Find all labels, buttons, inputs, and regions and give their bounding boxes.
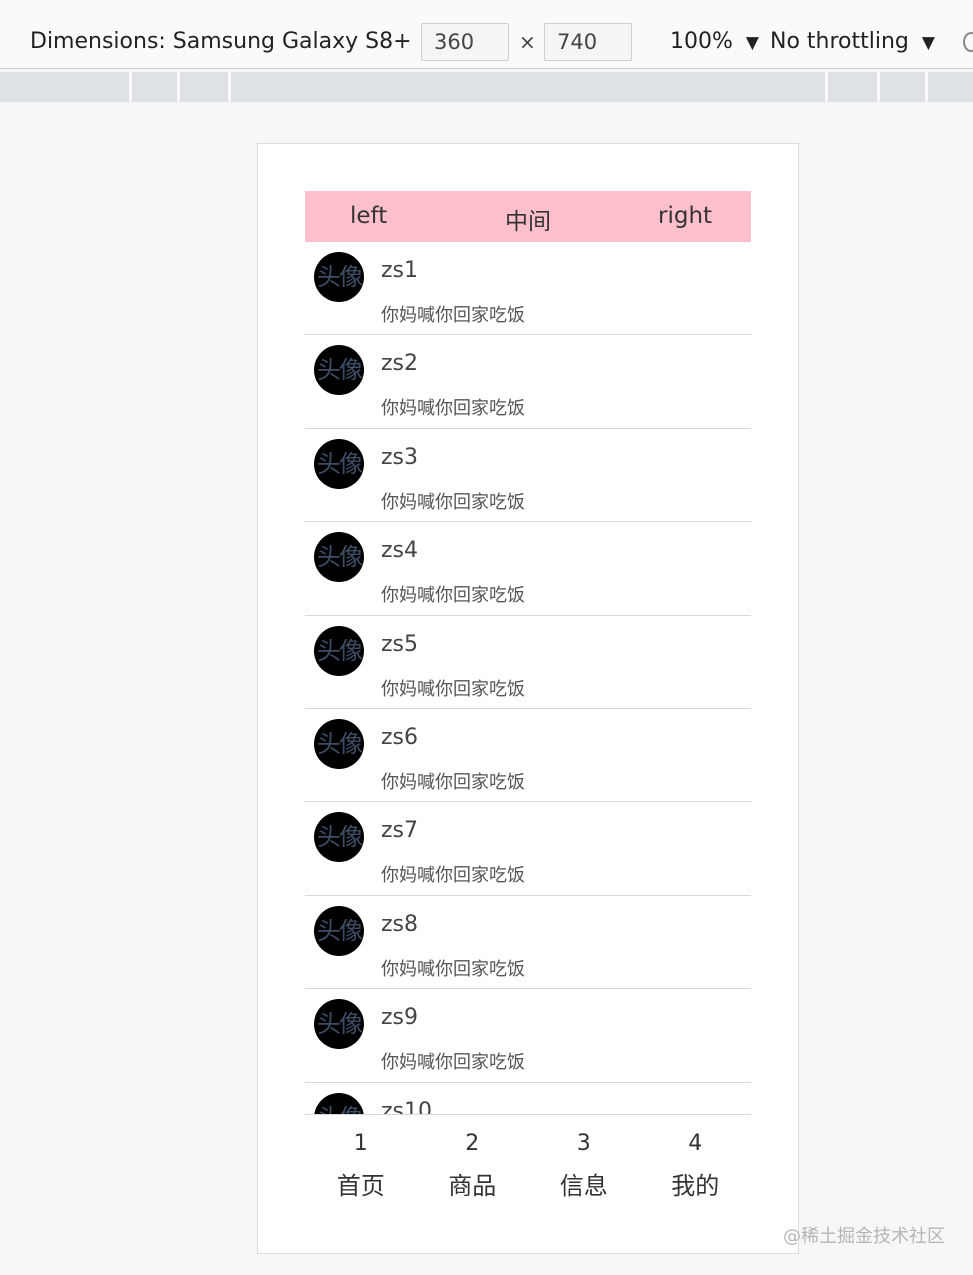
device-viewport: left 中间 right 头像 zs1 你妈喊你回家吃饭 头像 zs2 你妈喊你回家吃饭… [257,143,799,1254]
message-preview: 你妈喊你回家吃饭 [381,678,525,700]
tab-label: 信息 [559,1172,608,1200]
tab-item[interactable]: 2 商品 [417,1115,529,1215]
avatar: 头像 [314,905,364,956]
watermark: @稀土掘金技术社区 [783,1226,945,1247]
zoom-label: 100% [670,29,733,54]
ruler-divider [177,72,180,102]
tab-number: 3 [576,1131,591,1156]
contact-name: zs5 [381,631,419,657]
page-header: left 中间 right [305,191,751,242]
width-input[interactable] [421,23,509,61]
contact-name: zs1 [381,258,419,283]
header-left[interactable]: left [350,203,387,229]
tab-label: 首页 [336,1172,385,1200]
device-toolbar: Dimensions: Samsung Galaxy S8+ ▼ × 100% … [0,18,973,69]
list-item[interactable]: 头像zs10你妈喊你回家吃饭 [305,1083,751,1114]
times-icon: × [519,30,536,54]
list-item[interactable]: 头像 zs4 你妈喊你回家吃饭 [305,522,751,616]
avatar: 头像 [314,999,364,1050]
tab-label: 商品 [448,1172,497,1200]
message-preview: 你妈喊你回家吃饭 [381,491,525,513]
list-item[interactable]: 头像 zs2 你妈喊你回家吃饭 [305,335,751,429]
avatar: 头像 [314,625,364,676]
contact-name: zs10 [381,1098,433,1114]
contact-name: zs9 [381,1005,419,1031]
throttling-label: No throttling [770,29,909,54]
header-right[interactable]: right [658,203,712,229]
message-preview: 你妈喊你回家吃饭 [381,771,525,793]
message-preview: 你妈喊你回家吃饭 [381,585,525,607]
ruler-divider [129,72,132,102]
dimensions-dropdown[interactable]: Dimensions: Samsung Galaxy S8+ ▼ [30,29,438,54]
height-input[interactable] [544,23,632,61]
tab-item[interactable]: 1 首页 [305,1115,417,1215]
message-preview: 你妈喊你回家吃饭 [381,398,525,420]
contact-name: zs7 [381,818,419,844]
list-item[interactable]: 头像 zs3 你妈喊你回家吃饭 [305,429,751,523]
message-preview: 你妈喊你回家吃饭 [381,865,525,887]
contact-name: zs4 [381,538,419,564]
rotate-icon[interactable] [963,32,973,52]
contact-name: zs2 [381,351,419,377]
tab-number: 2 [465,1131,480,1156]
ruler-divider [877,72,880,102]
list-item[interactable]: 头像 zs6 你妈喊你回家吃饭 [305,709,751,803]
tab-number: 1 [353,1131,368,1156]
avatar: 头像 [314,345,364,396]
tab-item[interactable]: 3 信息 [528,1115,640,1215]
avatar: 头像 [314,532,364,583]
zoom-dropdown[interactable]: 100% ▼ [670,29,759,54]
bottom-tab-bar: 1 首页 2 商品 3 信息 4 我的 [305,1114,751,1215]
list-item[interactable]: 头像 zs7 你妈喊你回家吃饭 [305,802,751,896]
message-preview: 你妈喊你回家吃饭 [381,958,525,980]
throttling-dropdown[interactable]: No throttling ▼ [770,29,935,54]
list-item[interactable]: 头像 zs8 你妈喊你回家吃饭 [305,896,751,990]
tab-label: 我的 [671,1172,720,1200]
dimensions-label: Dimensions: Samsung Galaxy S8+ [30,29,412,54]
avatar: 头像 [314,252,364,302]
tab-number: 4 [688,1131,703,1156]
avatar: 头像 [314,438,364,489]
media-query-ruler [0,72,973,102]
message-list[interactable]: 头像 zs1 你妈喊你回家吃饭 头像 zs2 你妈喊你回家吃饭 头像 zs3 你妈喊你回家吃饭头… [305,242,751,1114]
chevron-down-icon: ▼ [745,33,759,53]
list-item[interactable]: 头像 zs5 你妈喊你回家吃饭 [305,616,751,709]
ruler-divider [925,72,928,102]
tab-item[interactable]: 4 我的 [640,1115,752,1215]
contact-name: zs8 [381,911,419,937]
contact-name: zs3 [381,444,419,470]
message-preview: 你妈喊你回家吃饭 [381,305,525,326]
contact-name: zs6 [381,724,419,750]
browser-top-strip [0,0,973,19]
avatar: 头像 [314,718,364,769]
avatar: 头像 [314,1092,364,1114]
ruler-divider [825,72,828,102]
list-item[interactable]: 头像 zs1 你妈喊你回家吃饭 [305,242,751,336]
message-preview: 你妈喊你回家吃饭 [381,1052,525,1074]
list-item[interactable]: 头像 zs9 你妈喊你回家吃饭 [305,989,751,1083]
header-title: 中间 [505,209,551,235]
ruler-divider [228,72,231,102]
chevron-down-icon: ▼ [921,33,935,53]
avatar: 头像 [314,812,364,863]
